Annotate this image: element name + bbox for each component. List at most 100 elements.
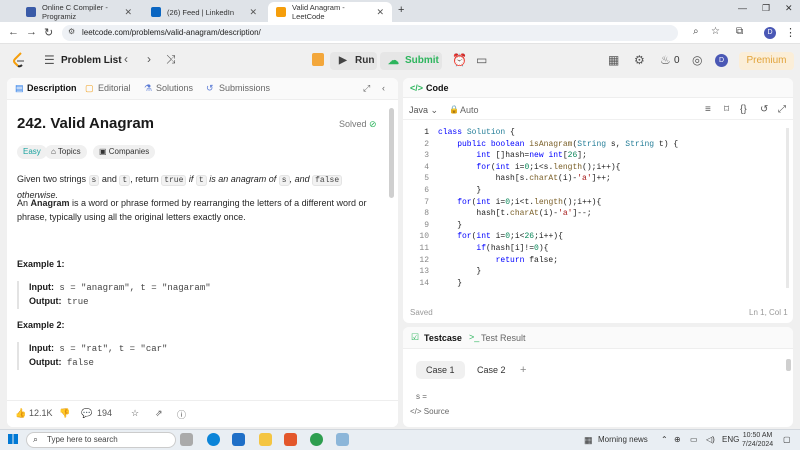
auto-mode[interactable]: Auto <box>460 105 479 115</box>
testcase-scrollbar[interactable] <box>786 359 791 371</box>
code-line[interactable]: public boolean isAnagram(String s, Strin… <box>438 140 678 149</box>
help-icon[interactable]: ⓘ <box>177 408 186 421</box>
task-view-icon[interactable] <box>180 433 193 446</box>
back-icon[interactable]: ← <box>8 26 19 38</box>
share-icon[interactable]: ⇗ <box>155 408 163 419</box>
shuffle-icon[interactable]: ⤨ <box>166 52 176 67</box>
companies-button[interactable]: ▣ Companies <box>93 145 156 159</box>
close-icon[interactable]: ✕ <box>376 7 384 18</box>
code-line[interactable]: for(int i=0;i<t.length();i++){ <box>438 198 601 207</box>
reset-icon[interactable]: ↺ <box>760 104 768 115</box>
news-widget[interactable]: Morning news <box>598 435 648 444</box>
code-line[interactable]: hash[s.charAt(i)-'a']++; <box>438 174 611 183</box>
leetcode-logo-icon[interactable] <box>12 52 26 68</box>
reload-icon[interactable]: ↻ <box>44 26 53 39</box>
browser-tab-programiz[interactable]: Online C Compiler - Programiz ✕ <box>18 2 140 22</box>
premium-button[interactable]: Premium <box>739 52 794 70</box>
notes-icon[interactable]: ▭ <box>476 53 487 67</box>
window-close-icon[interactable]: ✕ <box>785 3 793 14</box>
list-icon[interactable]: ☰ <box>44 53 55 67</box>
submit-button[interactable]: ☁ Submit <box>380 52 442 70</box>
user-avatar[interactable]: D <box>715 54 728 67</box>
source-toggle[interactable]: </> Source <box>410 407 449 416</box>
battery-icon[interactable]: ▭ <box>690 435 698 444</box>
code-line[interactable]: int []hash=new int[26]; <box>438 151 586 160</box>
office-icon[interactable] <box>284 433 297 446</box>
code-line[interactable]: for(int i=0;i<s.length();i++){ <box>438 163 620 172</box>
code-line[interactable]: if(hash[i]!=0){ <box>438 244 548 253</box>
tab-description[interactable]: Description <box>27 83 77 93</box>
description-scrollbar[interactable] <box>389 108 394 198</box>
browser-tab-linkedin[interactable]: (26) Feed | LinkedIn ✕ <box>143 2 265 22</box>
bookmark-icon[interactable]: ⌑ <box>724 104 729 115</box>
browser-menu-icon[interactable]: ⋮ <box>785 26 796 39</box>
line-number: 3 <box>424 151 429 161</box>
collapse-panel-icon[interactable]: ‹ <box>382 83 385 93</box>
notifications-icon[interactable]: ▢ <box>783 435 791 444</box>
reward-icon[interactable]: ◎ <box>692 53 702 67</box>
site-info-icon[interactable]: ⚙ <box>68 27 75 36</box>
format-icon[interactable]: ≡ <box>705 104 711 115</box>
code-line[interactable]: for(int i=0;i<26;i++){ <box>438 232 563 241</box>
volume-icon[interactable]: ◁) <box>706 435 715 444</box>
timer-icon[interactable]: ⏰ <box>452 53 467 67</box>
topics-button[interactable]: ⌂ Topics <box>45 145 87 159</box>
problem-list-link[interactable]: Problem List <box>61 55 122 66</box>
settings-gear-icon[interactable]: ⚙ <box>634 53 645 67</box>
code-line[interactable]: } <box>438 267 481 276</box>
code-line[interactable]: class Solution { <box>438 128 515 137</box>
tab-testcase[interactable]: Testcase <box>424 333 462 343</box>
extensions-icon[interactable]: ⧉ <box>736 26 743 37</box>
close-icon[interactable]: ✕ <box>124 7 132 18</box>
inline-code: t <box>119 175 131 186</box>
restore-icon[interactable]: ❐ <box>762 3 770 14</box>
fullscreen-icon[interactable]: ⤢ <box>778 104 786 115</box>
code-line[interactable]: } <box>438 279 462 288</box>
language-select[interactable]: Java ⌄ <box>409 105 438 116</box>
expand-icon[interactable]: ⤢ <box>363 83 370 94</box>
braces-icon[interactable]: {} <box>740 104 747 115</box>
code-line[interactable]: } <box>438 221 462 230</box>
bookmark-star-icon[interactable]: ☆ <box>711 26 720 37</box>
case-2-button[interactable]: Case 2 <box>467 361 516 379</box>
tab-solutions[interactable]: Solutions <box>156 83 193 93</box>
browser-tab-leetcode[interactable]: Valid Anagram - LeetCode ✕ <box>268 2 392 22</box>
profile-avatar[interactable]: D <box>764 27 776 39</box>
network-icon[interactable]: ⊕ <box>674 435 681 444</box>
close-icon[interactable]: ✕ <box>249 7 257 18</box>
comment-icon[interactable]: 💬 <box>81 408 92 419</box>
chrome-icon[interactable] <box>310 433 323 446</box>
new-tab-button[interactable]: + <box>398 4 404 16</box>
tab-test-result[interactable]: Test Result <box>481 333 526 343</box>
url-field[interactable]: ⚙ leetcode.com/problems/valid-anagram/de… <box>62 25 678 41</box>
language-indicator[interactable]: ENG <box>722 435 739 444</box>
tray-chevron-icon[interactable]: ⌃ <box>661 435 668 444</box>
code-line[interactable]: } <box>438 186 481 195</box>
layout-icon[interactable]: ▦ <box>608 53 619 67</box>
code-line[interactable]: return false; <box>438 256 558 265</box>
case-1-button[interactable]: Case 1 <box>416 361 465 379</box>
minimize-icon[interactable]: — <box>738 3 747 13</box>
tab-editorial[interactable]: Editorial <box>98 83 131 93</box>
taskbar-search-box[interactable]: ⌕ Type here to search <box>26 432 176 448</box>
code-scrollbar[interactable] <box>786 128 789 288</box>
edge-icon[interactable] <box>207 433 220 446</box>
tab-submissions[interactable]: Submissions <box>219 83 270 93</box>
next-problem-icon[interactable]: › <box>147 52 151 66</box>
favorite-star-icon[interactable]: ☆ <box>131 408 139 419</box>
thumbs-down-icon[interactable]: 👎 <box>59 408 70 419</box>
windows-start-icon[interactable] <box>8 434 18 444</box>
run-button[interactable]: ▶ Run <box>330 52 377 70</box>
clock[interactable]: 10:50 AM 7/24/2024 <box>742 431 773 449</box>
debug-icon[interactable] <box>312 53 324 66</box>
zoom-icon[interactable]: ⌕ <box>693 26 699 37</box>
forward-icon[interactable]: → <box>26 26 37 38</box>
add-case-button[interactable]: + <box>520 364 526 376</box>
thumbs-up-icon[interactable]: 👍 <box>15 408 26 419</box>
app-icon[interactable] <box>336 433 349 446</box>
difficulty-badge[interactable]: Easy <box>17 145 47 159</box>
code-line[interactable]: hash[t.charAt(i)-'a']--; <box>438 209 591 218</box>
prev-problem-icon[interactable]: ‹ <box>124 52 128 66</box>
file-explorer-icon[interactable] <box>259 433 272 446</box>
mail-icon[interactable] <box>232 433 245 446</box>
